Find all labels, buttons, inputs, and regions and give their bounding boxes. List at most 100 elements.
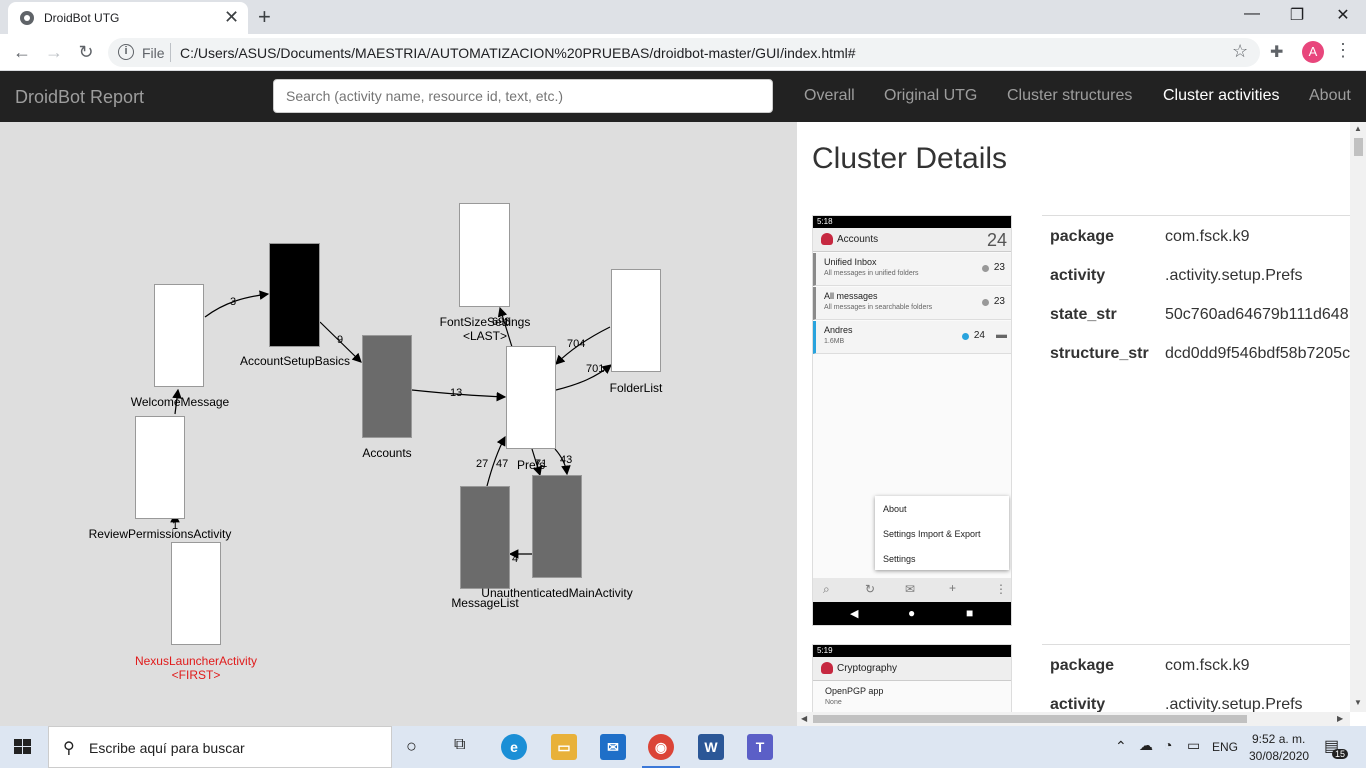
menu-item: Settings Import & Export xyxy=(883,529,981,539)
nav-overall[interactable]: Overall xyxy=(804,87,855,105)
forward-icon[interactable]: → xyxy=(43,42,65,62)
scroll-right-icon[interactable]: ▶ xyxy=(1337,714,1343,723)
info-icon[interactable]: i xyxy=(118,44,134,60)
row-desc: All messages in unified folders xyxy=(824,270,919,277)
scroll-left-icon[interactable]: ◀ xyxy=(801,714,807,723)
language-indicator[interactable]: ENG xyxy=(1212,740,1238,754)
horizontal-scrollbar[interactable]: ◀ ▶ xyxy=(797,712,1350,726)
cortana-icon[interactable]: ○ xyxy=(406,736,417,757)
node-welcomemessage[interactable] xyxy=(154,284,204,387)
row-count: 24 xyxy=(973,330,985,341)
task-view-icon[interactable]: ⧉ xyxy=(454,736,465,754)
taskbar-search[interactable]: ⚲ Escribe aquí para buscar xyxy=(48,726,392,768)
row-desc: None xyxy=(825,699,842,706)
window-close-icon[interactable]: ✕ xyxy=(1333,5,1353,25)
edge xyxy=(204,290,270,318)
row-name: Andres xyxy=(824,325,853,335)
extensions-icon[interactable]: ✚ xyxy=(1270,42,1283,62)
battery-icon[interactable]: ▭ xyxy=(1187,737,1200,754)
recents-icon: ■ xyxy=(966,606,974,620)
state-fields: package com.fsck.k9 activity .activity.s… xyxy=(1042,644,1350,712)
overflow-menu: About Settings Import & Export Settings xyxy=(875,496,1009,570)
windows-start-icon[interactable] xyxy=(14,739,32,755)
cluster-details-panel[interactable]: Cluster Details 5:18 Accounts 24 Unified… xyxy=(797,122,1350,712)
details-title: Cluster Details xyxy=(812,142,1008,175)
node-label: NexusLauncherActivity <FIRST> xyxy=(134,654,258,682)
app-bar: Cryptography xyxy=(813,657,1011,681)
nav-about[interactable]: About xyxy=(1309,87,1351,105)
wifi-icon[interactable]: ◔ xyxy=(1164,737,1172,753)
scroll-down-icon[interactable]: ▼ xyxy=(1354,698,1362,707)
node-label: Prefs xyxy=(516,458,545,472)
url-divider xyxy=(170,43,171,62)
node-accountsetupbasics[interactable] xyxy=(269,243,320,347)
row-count: 23 xyxy=(993,296,1005,307)
scroll-up-icon[interactable]: ▲ xyxy=(1354,124,1362,133)
browser-menu-icon[interactable]: ⋮ xyxy=(1334,40,1352,61)
scrollbar-thumb[interactable] xyxy=(813,715,1247,723)
field-value: com.fsck.k9 xyxy=(1165,657,1250,674)
node-label: AccountSetupBasics xyxy=(239,354,351,368)
windows-taskbar: ⚲ Escribe aquí para buscar ○ ⧉ e ▭ ✉ ◉ W… xyxy=(0,726,1366,768)
profile-avatar[interactable]: A xyxy=(1302,41,1324,63)
onedrive-icon[interactable]: ☁ xyxy=(1139,737,1153,754)
vertical-scrollbar[interactable]: ▲ ▼ xyxy=(1350,122,1366,712)
menu-item: Settings xyxy=(883,554,916,564)
search-input[interactable] xyxy=(273,79,773,113)
state-screenshot[interactable]: 5:18 Accounts 24 Unified Inbox All messa… xyxy=(812,215,1012,626)
url-scheme: File xyxy=(142,45,165,61)
nav-cluster-activities[interactable]: Cluster activities xyxy=(1163,87,1279,105)
edge-icon[interactable]: e xyxy=(501,734,527,760)
restore-icon[interactable]: ❐ xyxy=(1287,5,1307,25)
reload-icon[interactable]: ↻ xyxy=(75,42,97,62)
android-nav-bar: ◀ ● ■ xyxy=(813,602,1011,625)
mail-icon[interactable]: ✉ xyxy=(600,734,626,760)
browser-tab-strip: DroidBot UTG ✕ + — ❐ ✕ xyxy=(0,0,1366,34)
url-text[interactable]: C:/Users/ASUS/Documents/MAESTRIA/AUTOMAT… xyxy=(180,45,856,61)
node-fontsizesettings[interactable] xyxy=(459,203,510,307)
brand[interactable]: DroidBot Report xyxy=(15,87,144,108)
chrome-icon[interactable]: ◉ xyxy=(642,734,680,768)
notification-count-badge: 15 xyxy=(1332,749,1349,759)
node-accounts[interactable] xyxy=(362,335,412,438)
row-name: OpenPGP app xyxy=(825,686,884,696)
more-icon: ⋮ xyxy=(995,582,1007,596)
dot-icon xyxy=(962,333,969,340)
edge-label: 1 xyxy=(172,520,179,532)
file-explorer-icon[interactable]: ▭ xyxy=(551,734,577,760)
clock-time[interactable]: 9:52 a. m. xyxy=(1252,732,1305,746)
edge-label: 704 xyxy=(567,338,586,350)
globe-icon xyxy=(20,11,34,25)
state-screenshot[interactable]: 5:19 Cryptography OpenPGP app None xyxy=(812,644,1012,712)
node-label: Accounts xyxy=(362,446,412,460)
node-messagelist[interactable] xyxy=(460,486,510,589)
node-label: UnauthenticatedMainActivity xyxy=(481,586,633,600)
node-nexuslauncher[interactable] xyxy=(171,542,221,645)
tray-chevron-icon[interactable]: ⌃ xyxy=(1115,738,1127,755)
folder-icon: ▬ xyxy=(996,329,1007,341)
row-desc: All messages in searchable folders xyxy=(824,304,933,311)
clock-date[interactable]: 30/08/2020 xyxy=(1249,749,1309,763)
nav-cluster-structures[interactable]: Cluster structures xyxy=(1007,87,1132,105)
nav-original-utg[interactable]: Original UTG xyxy=(884,87,977,105)
teams-icon[interactable]: T xyxy=(747,734,773,760)
close-tab-icon[interactable]: ✕ xyxy=(224,7,239,27)
node-reviewpermissions[interactable] xyxy=(135,416,185,519)
scrollbar-thumb[interactable] xyxy=(1354,138,1363,156)
state-fields: package com.fsck.k9 activity .activity.s… xyxy=(1042,215,1350,371)
bookmark-star-icon[interactable]: ☆ xyxy=(1232,41,1248,62)
edge-label: 43 xyxy=(560,454,573,466)
new-tab-button[interactable]: + xyxy=(258,4,271,30)
app-title: Accounts xyxy=(837,234,879,245)
search-icon: ⌕ xyxy=(823,582,830,596)
browser-tab[interactable]: DroidBot UTG ✕ xyxy=(8,2,248,34)
minimize-icon[interactable]: — xyxy=(1242,5,1262,23)
node-label: FolderList xyxy=(609,381,663,395)
utg-graph[interactable]: NexusLauncherActivity <FIRST> ReviewPerm… xyxy=(0,122,797,726)
node-prefs[interactable] xyxy=(506,346,556,449)
node-folderlist[interactable] xyxy=(611,269,661,372)
address-bar[interactable]: i File C:/Users/ASUS/Documents/MAESTRIA/… xyxy=(108,38,1260,67)
word-icon[interactable]: W xyxy=(698,734,724,760)
node-unauthenticatedmain[interactable] xyxy=(532,475,582,578)
back-icon[interactable]: ← xyxy=(11,42,33,62)
